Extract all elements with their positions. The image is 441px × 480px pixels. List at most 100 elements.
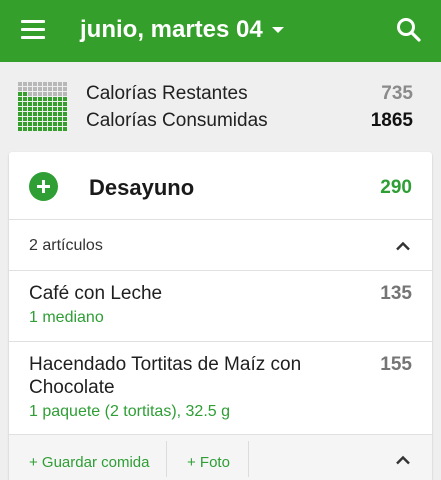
hamburger-menu-icon[interactable]: [18, 17, 48, 45]
food-name: Café con Leche: [29, 283, 163, 304]
chevron-up-icon[interactable]: [395, 455, 411, 465]
grid-cell: [28, 87, 32, 91]
grid-cell: [38, 87, 42, 91]
divider: [248, 441, 249, 477]
grid-cell: [63, 92, 67, 96]
search-icon[interactable]: [394, 15, 424, 45]
meal-header: Desayuno 290: [9, 152, 432, 220]
grid-cell: [53, 102, 57, 106]
grid-cell: [18, 112, 22, 116]
consumed-label: Calorías Consumidas: [86, 110, 268, 131]
grid-cell: [18, 92, 22, 96]
grid-cell: [63, 82, 67, 86]
photo-button[interactable]: + Foto: [187, 453, 230, 473]
grid-cell: [63, 112, 67, 116]
grid-cell: [28, 102, 32, 106]
grid-cell: [43, 107, 47, 111]
grid-cell: [28, 107, 32, 111]
items-toggle-row[interactable]: 2 artículos: [9, 221, 432, 271]
grid-cell: [48, 117, 52, 121]
food-portion: 1 paquete (2 tortitas), 32.5 g: [29, 403, 231, 420]
grid-cell: [28, 122, 32, 126]
food-item[interactable]: Hacendado Tortitas de Maíz con Chocolate…: [9, 343, 432, 434]
calorie-progress-grid: [18, 82, 67, 131]
grid-cell: [33, 102, 37, 106]
grid-cell: [38, 127, 42, 131]
grid-cell: [18, 97, 22, 101]
grid-cell: [28, 82, 32, 86]
grid-cell: [48, 112, 52, 116]
grid-cell: [43, 122, 47, 126]
save-meal-button[interactable]: + Guardar comida: [29, 453, 149, 473]
grid-cell: [63, 122, 67, 126]
app-bar: junio, martes 04: [0, 0, 441, 62]
grid-cell: [23, 97, 27, 101]
grid-cell: [58, 107, 62, 111]
grid-cell: [48, 92, 52, 96]
date-title[interactable]: junio, martes 04: [80, 14, 263, 46]
chevron-up-icon[interactable]: [395, 241, 411, 251]
grid-cell: [43, 82, 47, 86]
grid-cell: [43, 117, 47, 121]
grid-cell: [28, 127, 32, 131]
grid-cell: [53, 87, 57, 91]
remaining-value: 735: [381, 83, 413, 104]
grid-cell: [48, 97, 52, 101]
grid-cell: [38, 112, 42, 116]
grid-cell: [43, 92, 47, 96]
caret-down-icon[interactable]: [272, 27, 284, 33]
grid-cell: [33, 112, 37, 116]
food-calories: 155: [380, 354, 412, 375]
grid-cell: [28, 112, 32, 116]
grid-cell: [33, 127, 37, 131]
grid-cell: [33, 82, 37, 86]
add-food-icon[interactable]: [29, 172, 58, 201]
grid-cell: [23, 92, 27, 96]
food-name: Hacendado Tortitas de Maíz con Chocolate: [29, 354, 302, 398]
meal-title[interactable]: Desayuno: [89, 174, 194, 202]
grid-cell: [33, 107, 37, 111]
grid-cell: [48, 127, 52, 131]
grid-cell: [23, 117, 27, 121]
grid-cell: [23, 102, 27, 106]
meal-actions: + Guardar comida + Foto: [9, 434, 432, 480]
grid-cell: [53, 82, 57, 86]
grid-cell: [63, 97, 67, 101]
grid-cell: [43, 112, 47, 116]
grid-cell: [23, 112, 27, 116]
grid-cell: [48, 82, 52, 86]
grid-cell: [18, 117, 22, 121]
grid-cell: [18, 122, 22, 126]
grid-cell: [23, 107, 27, 111]
grid-cell: [18, 107, 22, 111]
grid-cell: [48, 107, 52, 111]
grid-cell: [38, 92, 42, 96]
divider: [166, 441, 167, 477]
remaining-label: Calorías Restantes: [86, 83, 248, 104]
grid-cell: [18, 82, 22, 86]
grid-cell: [33, 122, 37, 126]
grid-cell: [43, 102, 47, 106]
grid-cell: [23, 82, 27, 86]
grid-cell: [58, 87, 62, 91]
grid-cell: [63, 102, 67, 106]
grid-cell: [58, 122, 62, 126]
grid-cell: [58, 112, 62, 116]
grid-cell: [53, 97, 57, 101]
food-portion: 1 mediano: [29, 309, 104, 326]
grid-cell: [23, 87, 27, 91]
grid-cell: [38, 102, 42, 106]
meal-calories: 290: [380, 177, 412, 198]
grid-cell: [43, 127, 47, 131]
grid-cell: [33, 92, 37, 96]
grid-cell: [38, 82, 42, 86]
grid-cell: [63, 117, 67, 121]
grid-cell: [48, 102, 52, 106]
grid-cell: [58, 117, 62, 121]
grid-cell: [38, 97, 42, 101]
food-item[interactable]: Café con Leche 1 mediano 135: [9, 272, 432, 342]
grid-cell: [53, 127, 57, 131]
grid-cell: [53, 107, 57, 111]
grid-cell: [58, 82, 62, 86]
grid-cell: [63, 127, 67, 131]
